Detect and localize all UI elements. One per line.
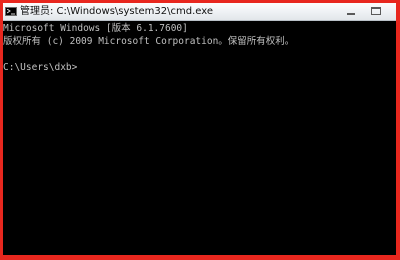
title-bar[interactable]: 管理员: C:\Windows\system32\cmd.exe xyxy=(3,3,396,21)
console-line-version: Microsoft Windows [版本 6.1.7600] xyxy=(3,23,188,34)
console-line-copyright: 版权所有 (c) 2009 Microsoft Corporation。保留所有… xyxy=(3,36,295,47)
minimize-icon[interactable] xyxy=(343,5,359,18)
window-title: 管理员: C:\Windows\system32\cmd.exe xyxy=(20,6,214,17)
cmd-icon xyxy=(5,7,17,16)
cmd-window: 管理员: C:\Windows\system32\cmd.exe Microso… xyxy=(3,3,396,255)
maximize-icon[interactable] xyxy=(367,5,385,18)
console-output[interactable]: Microsoft Windows [版本 6.1.7600] 版权所有 (c)… xyxy=(3,21,396,255)
command-prompt[interactable]: C:\Users\dxb> xyxy=(3,61,396,74)
